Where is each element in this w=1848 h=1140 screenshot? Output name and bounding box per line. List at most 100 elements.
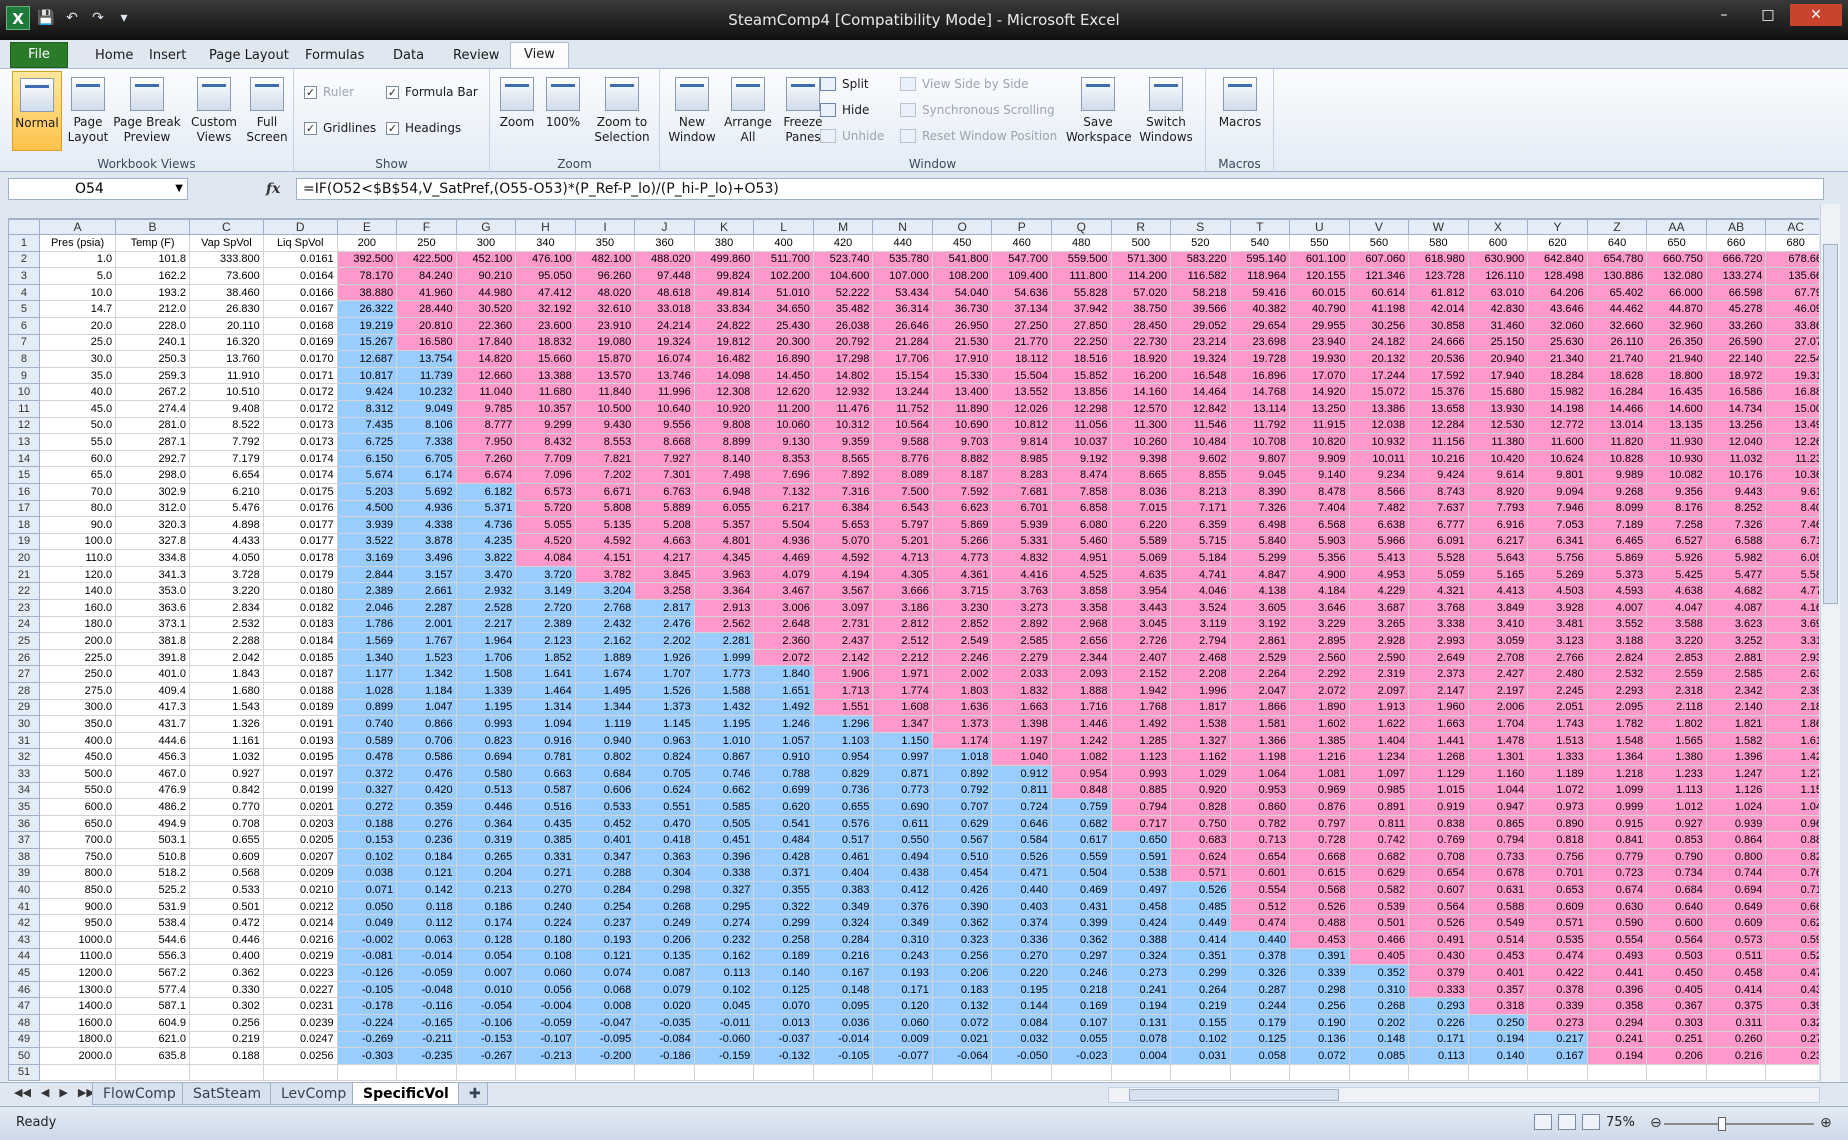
column-header[interactable]: R [1110, 219, 1172, 235]
cell[interactable]: 7.498 [693, 466, 755, 484]
column-header[interactable]: U [1289, 219, 1350, 235]
cell[interactable]: 4.16 [1765, 599, 1819, 617]
cell[interactable]: 0.318 [1467, 997, 1529, 1015]
cell[interactable]: 95.050 [515, 267, 576, 285]
cell[interactable]: 0.88 [1765, 831, 1819, 849]
cell[interactable]: 3.646 [1289, 599, 1350, 617]
cell[interactable]: 2.661 [396, 582, 457, 601]
cell[interactable]: 0.920 [1170, 781, 1231, 800]
cell[interactable]: 2000.0 [38, 1047, 117, 1065]
cell[interactable]: 327.8 [115, 532, 190, 551]
cell[interactable]: 0.0214 [262, 914, 338, 932]
cell[interactable]: 1.543 [188, 698, 264, 717]
cell[interactable]: 0.516 [515, 798, 576, 816]
cell[interactable]: 6.568 [1289, 516, 1350, 534]
cell[interactable]: 0.056 [515, 980, 576, 999]
cell[interactable]: 0.0219 [262, 947, 338, 966]
cell[interactable]: 0.866 [396, 715, 457, 733]
cell[interactable]: 1.326 [188, 715, 264, 733]
cell[interactable]: 518.2 [115, 864, 190, 883]
page-break-icon[interactable] [1582, 1114, 1600, 1130]
cell[interactable]: 0.431 [1050, 897, 1112, 916]
cell[interactable]: 0.125 [753, 980, 814, 999]
cell[interactable]: 4.345 [693, 549, 755, 567]
cell[interactable]: 7.592 [931, 482, 993, 501]
cell[interactable]: 1.622 [1348, 715, 1410, 733]
cell[interactable]: 0.453 [1289, 930, 1350, 949]
cell[interactable]: 17.298 [812, 350, 874, 368]
cell[interactable]: 118.964 [1229, 267, 1291, 285]
cell[interactable]: 8.089 [872, 466, 933, 484]
cell[interactable]: 630.900 [1467, 250, 1529, 269]
cell[interactable]: 0.973 [1527, 798, 1588, 816]
cell[interactable]: 13.400 [931, 383, 993, 401]
cell[interactable]: 0.010 [455, 980, 517, 999]
cell[interactable]: 123.728 [1408, 267, 1469, 285]
cell[interactable]: -0.014 [396, 947, 457, 966]
column-header[interactable]: M [812, 219, 874, 235]
cell[interactable]: 4.007 [1586, 599, 1648, 617]
cell[interactable]: 476.9 [115, 781, 190, 800]
cell[interactable]: 0.310 [1348, 980, 1410, 999]
cell[interactable]: 2.585 [991, 632, 1052, 650]
cell[interactable]: 0.96 [1765, 814, 1819, 833]
cell[interactable]: 1.802 [1646, 715, 1707, 733]
cell[interactable]: 7.338 [396, 433, 457, 451]
cell[interactable]: -0.211 [396, 1030, 457, 1049]
column-header[interactable]: T [1229, 219, 1291, 235]
cell[interactable]: 0.256 [1289, 997, 1350, 1015]
row-header[interactable]: 28 [8, 682, 40, 700]
cell[interactable]: 0.713 [1229, 831, 1291, 849]
cell[interactable]: 1.432 [693, 698, 755, 717]
column-header[interactable]: O [931, 219, 993, 235]
cell[interactable]: 99.824 [693, 267, 755, 285]
cell[interactable]: 0.339 [1527, 997, 1588, 1015]
cell[interactable]: 10.500 [574, 399, 636, 418]
cell[interactable]: 4.047 [1646, 599, 1707, 617]
cell[interactable] [1705, 1063, 1767, 1082]
row-header[interactable]: 48 [8, 1013, 40, 1032]
cell[interactable]: 6.182 [455, 482, 517, 501]
cell[interactable]: 5.939 [991, 516, 1052, 534]
cell[interactable]: 0.378 [1527, 980, 1588, 999]
cell[interactable]: 11.056 [1050, 416, 1112, 435]
cell[interactable]: 0.733 [1467, 847, 1529, 866]
cell[interactable]: 16.896 [1229, 366, 1291, 385]
cell[interactable]: 0.629 [1348, 864, 1410, 883]
cell[interactable]: 17.910 [931, 350, 993, 368]
cell[interactable]: 4.217 [634, 549, 695, 567]
cell[interactable]: 65.0 [38, 466, 117, 484]
cell[interactable]: 3.481 [1527, 615, 1588, 634]
prev-sheet-icon[interactable]: ◀ [41, 1086, 49, 1099]
cell[interactable]: 0.999 [1586, 798, 1648, 816]
cell[interactable]: 4.338 [396, 516, 457, 534]
cell[interactable]: 0.0172 [262, 383, 338, 401]
cell[interactable]: 1.333 [1527, 748, 1588, 766]
cell[interactable]: 950.0 [38, 914, 117, 932]
cell[interactable]: 36.314 [872, 300, 933, 318]
cell[interactable]: 0.699 [753, 781, 814, 800]
cell[interactable]: 78.170 [336, 267, 398, 285]
cell[interactable]: 417.3 [115, 698, 190, 717]
cell[interactable]: 0.466 [1348, 930, 1410, 949]
cell[interactable]: 544.6 [115, 930, 190, 949]
cell[interactable] [693, 1063, 755, 1082]
cell[interactable]: 4.184 [1289, 582, 1350, 601]
cell[interactable]: 1.364 [1586, 748, 1648, 766]
cell[interactable] [396, 1063, 457, 1082]
cell[interactable]: 0.241 [1110, 980, 1172, 999]
cell[interactable]: 67.79 [1765, 283, 1819, 302]
cell[interactable]: 2.768 [574, 599, 636, 617]
cell[interactable]: 0.526 [1289, 897, 1350, 916]
cell[interactable]: 3.192 [1229, 615, 1291, 634]
cell[interactable]: 0.284 [812, 930, 874, 949]
cell[interactable]: 0.0212 [262, 897, 338, 916]
cell[interactable]: 11.910 [188, 366, 264, 385]
cell[interactable]: 0.512 [1229, 897, 1291, 916]
cell[interactable]: 130.886 [1586, 267, 1648, 285]
cell[interactable]: 1.161 [188, 731, 264, 750]
cell[interactable]: 18.284 [1527, 366, 1588, 385]
cell[interactable]: 16.586 [1705, 383, 1767, 401]
cell[interactable]: 38.750 [1110, 300, 1172, 318]
cell[interactable]: 9.140 [1289, 466, 1350, 484]
